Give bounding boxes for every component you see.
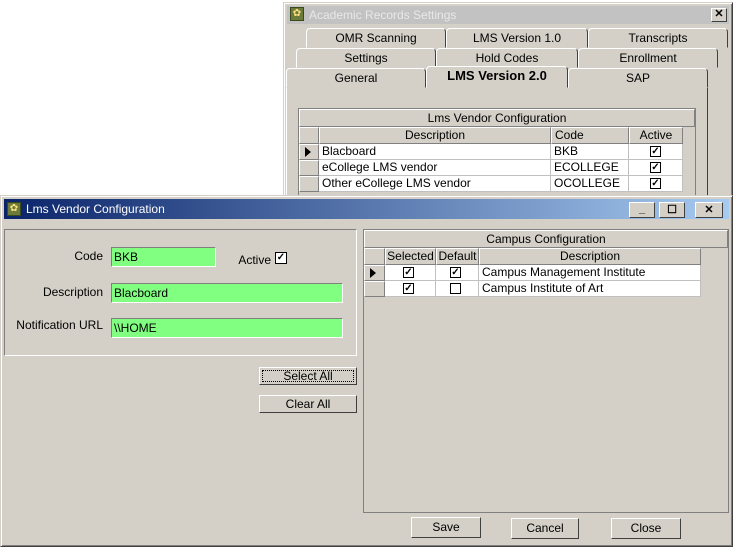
col-default[interactable]: Default: [436, 248, 479, 265]
close-dialog-button[interactable]: Close: [611, 518, 681, 539]
table-row[interactable]: Campus Management Institute: [479, 265, 701, 281]
select-all-button[interactable]: Select All: [259, 367, 357, 385]
row-selector-current[interactable]: [364, 265, 385, 281]
table-row[interactable]: Blacboard: [319, 144, 551, 160]
clear-all-button[interactable]: Clear All: [259, 395, 357, 413]
table-cell-active[interactable]: ✓: [629, 176, 683, 192]
row-selector[interactable]: [299, 176, 319, 192]
campus-grid-title: Campus Configuration: [364, 230, 728, 248]
maximize-button[interactable]: ☐: [659, 202, 685, 218]
col-campus-description[interactable]: Description: [479, 248, 701, 265]
dialog-titlebar[interactable]: ✿ Lms Vendor Configuration _ ☐ ✕: [4, 199, 729, 219]
code-field[interactable]: BKB: [111, 247, 216, 267]
app-icon: ✿: [290, 7, 304, 21]
code-label: Code: [74, 249, 103, 263]
active-checkbox[interactable]: ✓: [650, 178, 661, 189]
close-button[interactable]: ✕: [695, 202, 723, 218]
col-description[interactable]: Description: [319, 127, 551, 144]
table-cell-code[interactable]: BKB: [551, 144, 629, 160]
table-row[interactable]: eCollege LMS vendor: [319, 160, 551, 176]
table-cell-default[interactable]: [436, 281, 479, 297]
selected-checkbox[interactable]: ✓: [403, 267, 414, 278]
campus-grid-corner: [364, 248, 385, 265]
table-row[interactable]: Campus Institute of Art: [479, 281, 701, 297]
cancel-button[interactable]: Cancel: [511, 518, 579, 539]
row-selector[interactable]: [364, 281, 385, 297]
row-selector-current[interactable]: [299, 144, 319, 160]
vendor-grid-title: Lms Vendor Configuration: [299, 109, 695, 127]
tab-sap[interactable]: SAP: [568, 68, 708, 88]
tab-lms-version-1[interactable]: LMS Version 1.0: [446, 28, 588, 48]
active-label: Active: [238, 253, 271, 267]
default-checkbox[interactable]: ✓: [450, 267, 461, 278]
table-cell-code[interactable]: ECOLLEGE: [551, 160, 629, 176]
tab-transcripts[interactable]: Transcripts: [588, 28, 728, 48]
vendor-grid: Lms Vendor Configuration Description Cod…: [298, 108, 696, 201]
default-checkbox[interactable]: [450, 283, 461, 294]
table-cell-active[interactable]: ✓: [629, 160, 683, 176]
dialog-title: Lms Vendor Configuration: [26, 202, 165, 216]
col-selected[interactable]: Selected: [385, 248, 436, 265]
active-checkbox[interactable]: ✓: [275, 252, 287, 264]
table-cell-code[interactable]: OCOLLEGE: [551, 176, 629, 192]
active-checkbox[interactable]: ✓: [650, 146, 661, 157]
tab-lms-version-2[interactable]: LMS Version 2.0: [426, 66, 568, 88]
tab-settings[interactable]: Settings: [296, 48, 436, 68]
lms-vendor-dialog: ✿ Lms Vendor Configuration _ ☐ ✕ Code BK…: [0, 195, 733, 547]
table-row[interactable]: Other eCollege LMS vendor: [319, 176, 551, 192]
campus-grid: Campus Configuration Selected Default De…: [363, 229, 729, 513]
save-button[interactable]: Save: [411, 517, 481, 538]
minimize-button[interactable]: _: [629, 202, 655, 218]
table-cell-selected[interactable]: ✓: [385, 281, 436, 297]
tab-omr-scanning[interactable]: OMR Scanning: [306, 28, 446, 48]
tab-hold-codes[interactable]: Hold Codes: [436, 48, 578, 68]
col-active[interactable]: Active: [629, 127, 683, 144]
settings-titlebar[interactable]: ✿ Academic Records Settings ✕: [287, 6, 729, 24]
current-row-arrow-icon: [305, 147, 311, 157]
active-checkbox[interactable]: ✓: [650, 162, 661, 173]
tab-enrollment[interactable]: Enrollment: [578, 48, 718, 68]
table-cell-selected[interactable]: ✓: [385, 265, 436, 281]
tab-general[interactable]: General: [286, 68, 426, 88]
description-label: Description: [42, 285, 103, 299]
notification-url-label: Notification URL: [16, 318, 103, 332]
settings-window: ✿ Academic Records Settings ✕ OMR Scanni…: [283, 2, 733, 202]
current-row-arrow-icon: [370, 268, 376, 278]
notification-url-field[interactable]: \\HOME: [111, 318, 343, 338]
settings-close-button[interactable]: ✕: [711, 8, 727, 22]
selected-checkbox[interactable]: ✓: [403, 283, 414, 294]
settings-title: Academic Records Settings: [309, 8, 457, 22]
vendor-grid-corner: [299, 127, 319, 144]
table-cell-active[interactable]: ✓: [629, 144, 683, 160]
description-field[interactable]: Blacboard: [111, 283, 343, 303]
vendor-form-panel: Code BKB Active ✓ Description Blacboard …: [4, 229, 357, 356]
app-icon: ✿: [7, 202, 21, 216]
col-code[interactable]: Code: [551, 127, 629, 144]
table-cell-default[interactable]: ✓: [436, 265, 479, 281]
row-selector[interactable]: [299, 160, 319, 176]
